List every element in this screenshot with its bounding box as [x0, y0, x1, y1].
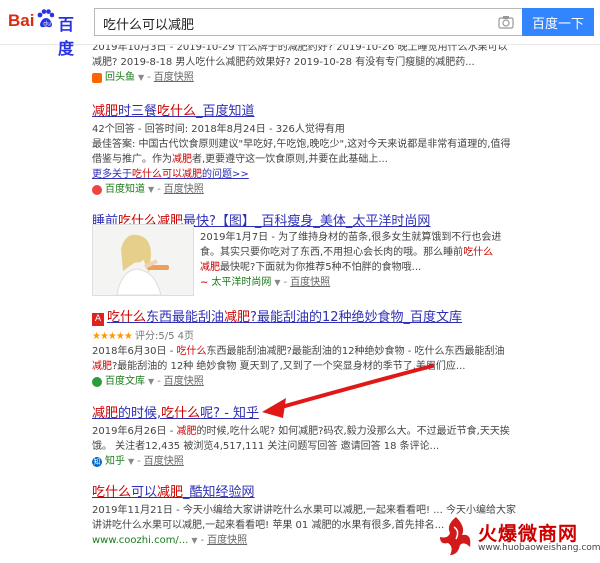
- result-2-kuaizhao[interactable]: 百度快照: [290, 275, 330, 290]
- result-2-line3: 减肥最快呢?下面就为你推荐5种不怕胖的食物哦...: [200, 262, 422, 273]
- chevron-down-icon[interactable]: ▼: [191, 533, 197, 548]
- result-5-source: www.coozhi.com/...: [92, 535, 189, 546]
- result-3-line1: 2018年6月30日 - 吃什么东西最能刮油减肥?最能刮油的12种绝妙食物 - …: [92, 346, 505, 357]
- result-3: A 吃什么东西最能刮油减肥?最能刮油的12种绝妙食物_百度文库 ★★★★★ 评分:…: [92, 306, 522, 389]
- result-4-kuaizhao[interactable]: 百度快照: [144, 454, 184, 469]
- logo-du-text: 百度: [58, 15, 75, 58]
- wenku-icon: [92, 376, 102, 387]
- rating-stars-icon: ★★★★★: [92, 331, 133, 342]
- watermark-url: www.huobaoweishang.com: [478, 543, 600, 553]
- header-bar: Bai du 百度 百度一下: [0, 0, 600, 58]
- search-input[interactable]: [95, 9, 491, 37]
- chevron-down-icon[interactable]: ▼: [138, 70, 144, 85]
- result-1-meta: 42个回答 - 回答时间: 2018年8月24日 - 326人觉得有用: [92, 124, 345, 135]
- chevron-down-icon[interactable]: ▼: [274, 275, 280, 290]
- result-2-line1: 2019年1月7日 - 为了维持身材的苗条,很多女生就算饿到不行也会进: [200, 232, 502, 243]
- result-1: 减肥时三餐吃什么_百度知道 42个回答 - 回答时间: 2018年8月24日 -…: [92, 100, 522, 197]
- result-0: 2019年10月3日 - 2019-10-29 什么牌子的减肥药好? 2019-…: [92, 40, 522, 85]
- result-4-source: 知乎: [105, 456, 125, 467]
- result-2-source: 太平洋时尚网: [211, 277, 272, 288]
- result-1-answer-1: 最佳答案: 中国古代饮食原则建议"早吃好,午吃饱,晚吃少",这对今天来说都是非常…: [92, 139, 511, 150]
- chevron-down-icon[interactable]: ▼: [148, 182, 154, 197]
- logo-bai-text: Bai: [8, 11, 35, 30]
- result-3-rating: ★★★★★ 评分:5/5 4页: [92, 331, 195, 342]
- svg-text:du: du: [43, 21, 51, 28]
- chevron-down-icon[interactable]: ▼: [148, 374, 154, 389]
- result-4: 减肥的时候,吃什么呢? - 知乎 2019年6月26日 - 减肥的时候,吃什么呢…: [92, 402, 522, 469]
- baidu-logo[interactable]: Bai du 百度: [8, 9, 86, 58]
- result-0-kuaizhao[interactable]: 百度快照: [154, 70, 194, 85]
- result-2-thumbnail[interactable]: [92, 224, 194, 296]
- watermark: 火爆微商网 www.huobaoweishang.com: [434, 511, 600, 559]
- result-1-more-link[interactable]: 更多关于吃什么可以减肥的问题>>: [92, 167, 522, 182]
- result-0-line2: 减肥? 2019-8-18 男人吃什么减肥药效果好? 2019-10-28 有没…: [92, 57, 475, 68]
- result-1-title[interactable]: 减肥时三餐吃什么_百度知道: [92, 100, 522, 119]
- paw-icon: du: [37, 9, 54, 28]
- result-2-line2: 食。其实只要你吃对了东西,不用担心会长肉的哦。那么睡前吃什么: [200, 247, 494, 258]
- pconline-icon: ~: [200, 277, 209, 288]
- woman-eating-image: [93, 225, 193, 295]
- zhidao-icon: [92, 184, 102, 195]
- chevron-down-icon[interactable]: ▼: [128, 454, 134, 469]
- result-3-source: 百度文库: [105, 376, 145, 387]
- result-4-title[interactable]: 减肥的时候,吃什么呢? - 知乎: [92, 402, 522, 421]
- result-1-source: 百度知道: [105, 184, 145, 195]
- result-1-kuaizhao[interactable]: 百度快照: [164, 182, 204, 197]
- result-3-title[interactable]: A 吃什么东西最能刮油减肥?最能刮油的12种绝妙食物_百度文库: [92, 306, 522, 326]
- result-4-line1: 2019年6月26日 - 减肥的时候,吃什么呢? 如何减肥?码农,毅力没那么大。…: [92, 426, 510, 437]
- phoenix-logo-icon: [440, 517, 471, 555]
- result-2-body: 2019年1月7日 - 为了维持身材的苗条,很多女生就算饿到不行也会进 食。其实…: [200, 230, 520, 290]
- result-4-line2: 饿。 关注者12,435 被浏览4,517,111 关注问题写回答 邀请回答 1…: [92, 441, 440, 452]
- result-5-title[interactable]: 吃什么可以减肥_酷知经验网: [92, 481, 522, 500]
- search-box[interactable]: [94, 8, 522, 37]
- result-1-answer-2: 借鉴与推广。作为减肥者,更要遵守这一饮食原则,并要在此基础上...: [92, 154, 388, 165]
- watermark-name: 火爆微商网: [478, 523, 579, 545]
- result-5-kuaizhao[interactable]: 百度快照: [207, 533, 247, 548]
- search-button[interactable]: 百度一下: [522, 8, 594, 36]
- camera-icon[interactable]: [498, 15, 514, 29]
- source-icon: [92, 72, 102, 83]
- zhihu-icon: 知: [92, 456, 102, 467]
- result-3-kuaizhao[interactable]: 百度快照: [164, 374, 204, 389]
- pdf-icon: A: [92, 313, 104, 326]
- result-3-line2: 减肥?最能刮油的 12种 绝妙食物 夏天到了,又到了一个突显身材的季节了,美眉们…: [92, 361, 466, 372]
- result-0-source: 回头鱼: [105, 72, 135, 83]
